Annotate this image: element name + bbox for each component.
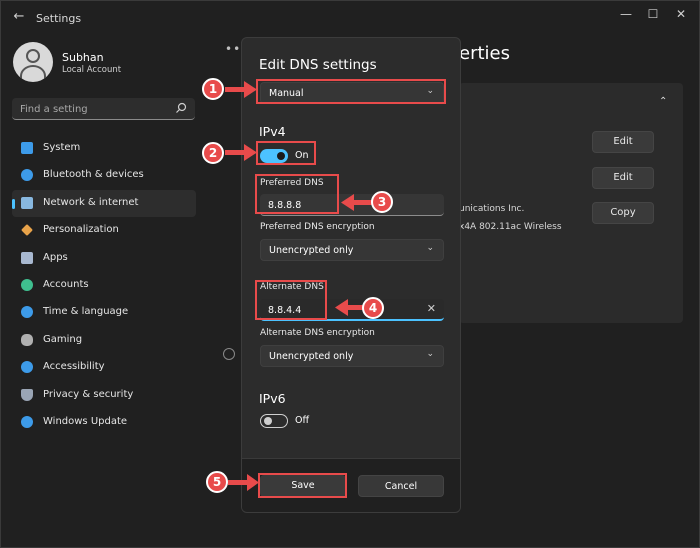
step-badge-4: 4 (362, 297, 384, 319)
annotation-arrows (225, 81, 373, 491)
step-badge-2: 2 (202, 142, 224, 164)
step-badge-3: 3 (371, 191, 393, 213)
step-badge-5: 5 (206, 471, 228, 493)
settings-window: ← Settings — ☐ ✕ Subhan Local Account Sy… (0, 0, 700, 548)
step-badge-1: 1 (202, 78, 224, 100)
